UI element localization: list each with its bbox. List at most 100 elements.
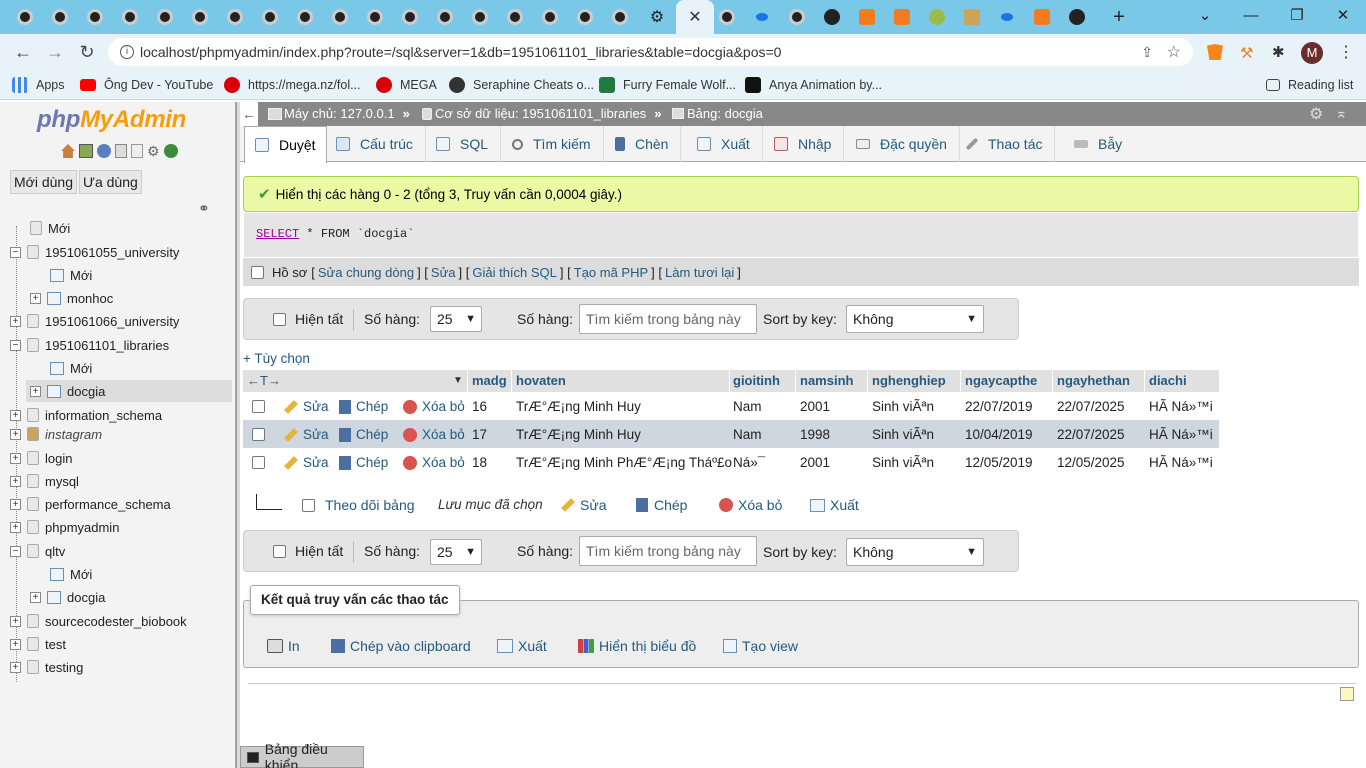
sort-desc-icon[interactable]: ▼	[453, 375, 463, 386]
back-button[interactable]: ←	[8, 37, 38, 67]
table-row[interactable]: Sửa Chép Xóa bỏ 17 TrÆ°Æ¡ng Minh Huy Nam…	[243, 420, 1219, 448]
column-header-nghenghiep[interactable]: nghenghiep	[872, 373, 946, 388]
expand-icon[interactable]: +	[30, 385, 41, 397]
filter-input[interactable]: Tìm kiếm trong bảng này	[579, 304, 757, 334]
sort-select[interactable]: Không ▼	[846, 538, 984, 566]
breadcrumb-table[interactable]: Bảng: docgia	[672, 106, 763, 121]
share-icon[interactable]: ⇪	[1141, 44, 1153, 61]
browser-tab[interactable]	[568, 4, 602, 30]
cell-hovaten[interactable]: TrÆ°Æ¡ng Minh Huy	[516, 399, 641, 414]
tree-db-qltv[interactable]: − qltv	[10, 541, 65, 561]
sort-select[interactable]: Không ▼	[846, 305, 984, 333]
collapse-icon[interactable]: −	[10, 246, 21, 258]
browser-tab[interactable]	[533, 4, 567, 30]
cell-namsinh[interactable]: 2001	[800, 399, 830, 414]
bulk-edit-button[interactable]: Sửa	[561, 497, 607, 513]
bulk-export-button[interactable]: Xuất	[810, 497, 859, 513]
cell-ngaycapthe[interactable]: 10/04/2019	[965, 427, 1033, 442]
metamask-icon[interactable]	[1207, 44, 1223, 60]
reload-button[interactable]: ↻	[72, 37, 102, 67]
gear-icon[interactable]: ⚙	[147, 144, 160, 158]
collapse-sidebar-icon[interactable]: ←	[240, 102, 258, 126]
sql-keyword[interactable]: SELECT	[256, 227, 299, 241]
browser-tab[interactable]	[498, 4, 532, 30]
browser-tab[interactable]	[1025, 4, 1059, 30]
column-arrows-icon[interactable]: ←T→	[247, 373, 281, 388]
column-header-madg[interactable]: madg	[472, 373, 507, 388]
close-icon[interactable]: ✕	[688, 7, 701, 27]
tab-privileges[interactable]: Đặc quyền	[844, 126, 960, 162]
show-all-toggle[interactable]: Hiện tất	[273, 311, 343, 327]
tree-db-sourcecodester[interactable]: + sourcecodester_biobook	[10, 611, 187, 631]
tab-structure[interactable]: Cấu trúc	[324, 126, 426, 162]
expand-icon[interactable]: +	[10, 475, 21, 487]
expand-icon[interactable]: +	[10, 498, 21, 510]
tab-triggers[interactable]: Bẫy	[1062, 126, 1134, 162]
cell-diachi[interactable]: HÃ Ná»™i	[1149, 399, 1213, 414]
browser-tab[interactable]	[288, 4, 322, 30]
bookmark-youtube[interactable]: Ông Dev - YouTube	[80, 76, 213, 94]
url-text[interactable]: localhost/phpmyadmin/index.php?route=/sq…	[140, 44, 781, 60]
browser-tab[interactable]	[885, 4, 919, 30]
browser-tab[interactable]	[780, 4, 814, 30]
tab-insert[interactable]: Chèn	[603, 126, 682, 162]
tree-new-table[interactable]: Mới	[50, 564, 92, 584]
row-copy-button[interactable]: Chép	[339, 455, 388, 470]
browser-tab[interactable]	[323, 4, 357, 30]
collapse-icon[interactable]: −	[10, 545, 21, 557]
cell-ngayhethan[interactable]: 22/07/2025	[1057, 399, 1125, 414]
phpmyadmin-logo[interactable]: phpMyAdmin	[37, 106, 186, 134]
row-checkbox[interactable]	[252, 400, 265, 413]
favorite-tables-button[interactable]: Ưa dùng	[79, 170, 142, 194]
docs-icon[interactable]	[115, 144, 127, 158]
tree-db-1951061055[interactable]: − 1951061055_university	[10, 242, 179, 262]
minimize-button[interactable]: —	[1228, 0, 1274, 30]
expand-icon[interactable]: +	[10, 428, 21, 440]
extension-icon[interactable]: ⚒	[1240, 44, 1253, 62]
bulk-copy-button[interactable]: Chép	[636, 497, 687, 513]
tree-db-1951061066[interactable]: +1951061066_university	[10, 311, 179, 331]
cell-nghenghiep[interactable]: Sinh viÃªn	[872, 455, 934, 470]
tab-search[interactable]: Tìm kiếm	[500, 126, 604, 162]
column-header-ngayhethan[interactable]: ngayhethan	[1057, 373, 1130, 388]
tree-new-table[interactable]: Mới	[50, 358, 92, 378]
tree-db-login[interactable]: + login	[10, 448, 72, 468]
browser-tab[interactable]	[428, 4, 462, 30]
tree-db-testing[interactable]: + testing	[10, 657, 83, 677]
recent-tables-button[interactable]: Mới dùng	[10, 170, 77, 194]
rows-select[interactable]: 25 ▼	[430, 539, 482, 565]
column-header-diachi[interactable]: diachi	[1149, 373, 1187, 388]
browser-tab[interactable]	[218, 4, 252, 30]
browser-tab[interactable]	[745, 4, 779, 30]
bulk-delete-button[interactable]: Xóa bỏ	[719, 497, 782, 513]
expand-icon[interactable]: +	[10, 661, 21, 673]
row-delete-button[interactable]: Xóa bỏ	[403, 427, 465, 442]
column-header-namsinh[interactable]: namsinh	[800, 373, 853, 388]
new-tab-button[interactable]: +	[1102, 4, 1136, 30]
column-header-hovaten[interactable]: hovaten	[516, 373, 566, 388]
expand-icon[interactable]: +	[10, 615, 21, 627]
show-all-checkbox[interactable]	[273, 312, 286, 326]
row-copy-button[interactable]: Chép	[339, 427, 388, 442]
refresh-link[interactable]: Làm tươi lại	[665, 265, 734, 280]
expand-icon[interactable]: +	[30, 292, 41, 304]
browser-tab[interactable]: ⚙	[640, 4, 674, 30]
show-all-checkbox[interactable]	[273, 544, 286, 558]
tab-import[interactable]: Nhập	[762, 126, 845, 162]
home-icon[interactable]	[61, 144, 75, 158]
tab-browse[interactable]: Duyệt	[244, 126, 327, 163]
browser-tab[interactable]	[113, 4, 147, 30]
close-window-button[interactable]: ✕	[1320, 0, 1366, 30]
row-delete-button[interactable]: Xóa bỏ	[403, 455, 465, 470]
cell-nghenghiep[interactable]: Sinh viÃªn	[872, 427, 934, 442]
collapse-icon[interactable]: ⌅	[1335, 104, 1348, 122]
browser-tab[interactable]	[358, 4, 392, 30]
expand-icon[interactable]: +	[10, 409, 21, 421]
cell-madg[interactable]: 18	[472, 455, 487, 470]
help-icon[interactable]	[97, 144, 111, 158]
copy-clipboard-button[interactable]: Chép vào clipboard	[331, 638, 471, 654]
tab-operations[interactable]: Thao tác	[958, 126, 1056, 162]
cell-namsinh[interactable]: 1998	[800, 427, 830, 442]
cell-namsinh[interactable]: 2001	[800, 455, 830, 470]
row-checkbox[interactable]	[252, 456, 265, 469]
